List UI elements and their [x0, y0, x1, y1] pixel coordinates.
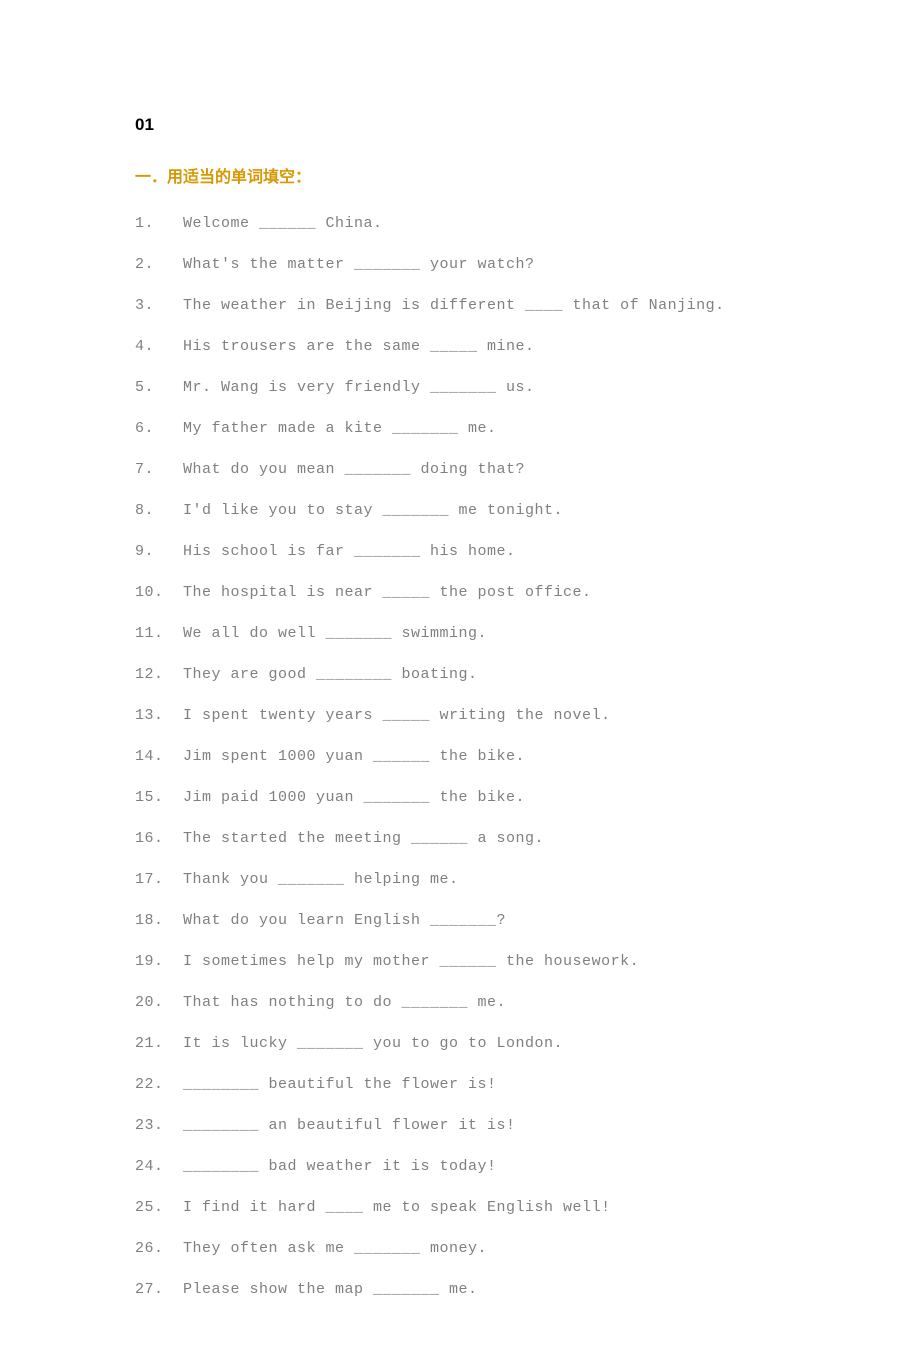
question-number: 25.: [135, 1197, 183, 1218]
question-text: What do you learn English _______?: [183, 910, 785, 931]
question-text: ________ bad weather it is today!: [183, 1156, 785, 1177]
question-number: 17.: [135, 869, 183, 890]
question-number: 8.: [135, 500, 183, 521]
question-item: 14.Jim spent 1000 yuan ______ the bike.: [135, 746, 785, 767]
question-item: 27.Please show the map _______ me.: [135, 1279, 785, 1300]
question-item: 26.They often ask me _______ money.: [135, 1238, 785, 1259]
question-number: 18.: [135, 910, 183, 931]
question-number: 11.: [135, 623, 183, 644]
question-number: 13.: [135, 705, 183, 726]
question-item: 12.They are good ________ boating.: [135, 664, 785, 685]
question-item: 15.Jim paid 1000 yuan _______ the bike.: [135, 787, 785, 808]
question-item: 21.It is lucky _______ you to go to Lond…: [135, 1033, 785, 1054]
question-number: 3.: [135, 295, 183, 316]
question-item: 18.What do you learn English _______?: [135, 910, 785, 931]
question-item: 24.________ bad weather it is today!: [135, 1156, 785, 1177]
question-text: The weather in Beijing is different ____…: [183, 295, 785, 316]
question-text: I spent twenty years _____ writing the n…: [183, 705, 785, 726]
question-text: His trousers are the same _____ mine.: [183, 336, 785, 357]
question-item: 5.Mr. Wang is very friendly _______ us.: [135, 377, 785, 398]
section-title: 一．用适当的单词填空：: [135, 163, 785, 187]
question-item: 9.His school is far _______ his home.: [135, 541, 785, 562]
question-text: My father made a kite _______ me.: [183, 418, 785, 439]
question-text: ________ an beautiful flower it is!: [183, 1115, 785, 1136]
question-text: Please show the map _______ me.: [183, 1279, 785, 1300]
question-number: 21.: [135, 1033, 183, 1054]
question-text: I'd like you to stay _______ me tonight.: [183, 500, 785, 521]
question-text: I sometimes help my mother ______ the ho…: [183, 951, 785, 972]
question-number: 27.: [135, 1279, 183, 1300]
question-item: 1.Welcome ______ China.: [135, 213, 785, 234]
question-number: 14.: [135, 746, 183, 767]
question-number: 16.: [135, 828, 183, 849]
question-text: We all do well _______ swimming.: [183, 623, 785, 644]
question-text: That has nothing to do _______ me.: [183, 992, 785, 1013]
question-item: 19.I sometimes help my mother ______ the…: [135, 951, 785, 972]
question-text: I find it hard ____ me to speak English …: [183, 1197, 785, 1218]
question-text: Jim spent 1000 yuan ______ the bike.: [183, 746, 785, 767]
question-text: ________ beautiful the flower is!: [183, 1074, 785, 1095]
question-item: 17.Thank you _______ helping me.: [135, 869, 785, 890]
question-item: 16.The started the meeting ______ a song…: [135, 828, 785, 849]
question-number: 1.: [135, 213, 183, 234]
question-text: What's the matter _______ your watch?: [183, 254, 785, 275]
question-text: They often ask me _______ money.: [183, 1238, 785, 1259]
question-item: 4.His trousers are the same _____ mine.: [135, 336, 785, 357]
question-item: 11.We all do well _______ swimming.: [135, 623, 785, 644]
question-number: 23.: [135, 1115, 183, 1136]
question-text: His school is far _______ his home.: [183, 541, 785, 562]
question-text: Jim paid 1000 yuan _______ the bike.: [183, 787, 785, 808]
question-text: Welcome ______ China.: [183, 213, 785, 234]
question-item: 22.________ beautiful the flower is!: [135, 1074, 785, 1095]
question-text: The hospital is near _____ the post offi…: [183, 582, 785, 603]
question-text: What do you mean _______ doing that?: [183, 459, 785, 480]
question-text: It is lucky _______ you to go to London.: [183, 1033, 785, 1054]
question-item: 7.What do you mean _______ doing that?: [135, 459, 785, 480]
question-number: 15.: [135, 787, 183, 808]
question-number: 24.: [135, 1156, 183, 1177]
question-number: 10.: [135, 582, 183, 603]
question-text: The started the meeting ______ a song.: [183, 828, 785, 849]
question-text: They are good ________ boating.: [183, 664, 785, 685]
question-number: 20.: [135, 992, 183, 1013]
question-number: 7.: [135, 459, 183, 480]
question-item: 13.I spent twenty years _____ writing th…: [135, 705, 785, 726]
question-number: 5.: [135, 377, 183, 398]
question-number: 2.: [135, 254, 183, 275]
page-number: 01: [135, 115, 785, 135]
question-number: 26.: [135, 1238, 183, 1259]
question-item: 25.I find it hard ____ me to speak Engli…: [135, 1197, 785, 1218]
question-number: 22.: [135, 1074, 183, 1095]
question-number: 19.: [135, 951, 183, 972]
question-number: 6.: [135, 418, 183, 439]
question-number: 12.: [135, 664, 183, 685]
question-item: 23.________ an beautiful flower it is!: [135, 1115, 785, 1136]
question-item: 6.My father made a kite _______ me.: [135, 418, 785, 439]
question-text: Thank you _______ helping me.: [183, 869, 785, 890]
question-number: 9.: [135, 541, 183, 562]
question-item: 2.What's the matter _______ your watch?: [135, 254, 785, 275]
question-item: 20.That has nothing to do _______ me.: [135, 992, 785, 1013]
question-item: 3.The weather in Beijing is different __…: [135, 295, 785, 316]
question-item: 8.I'd like you to stay _______ me tonigh…: [135, 500, 785, 521]
question-item: 10.The hospital is near _____ the post o…: [135, 582, 785, 603]
question-list: 1.Welcome ______ China. 2.What's the mat…: [135, 213, 785, 1300]
question-text: Mr. Wang is very friendly _______ us.: [183, 377, 785, 398]
question-number: 4.: [135, 336, 183, 357]
